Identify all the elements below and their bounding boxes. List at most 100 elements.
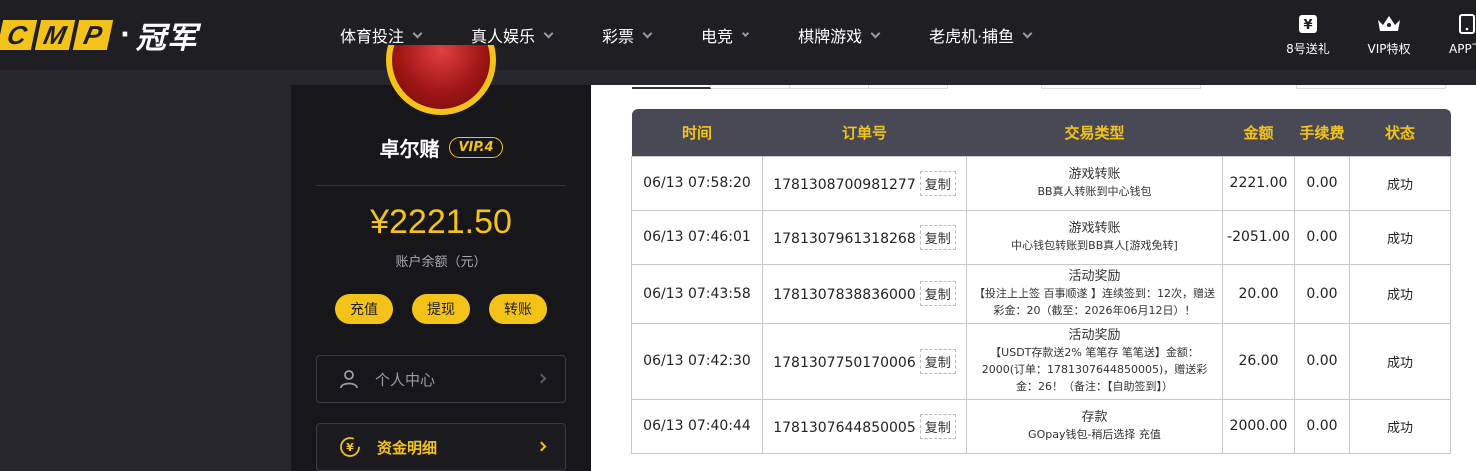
copy-button[interactable]: 复制	[919, 224, 956, 250]
col-fee: 手续费	[1294, 109, 1350, 156]
quick-vip[interactable]: VIP特权	[1362, 0, 1416, 70]
chevron-right-icon	[536, 373, 547, 384]
chevron-down-icon	[742, 29, 750, 37]
nav-live-casino[interactable]: 真人娱乐	[471, 23, 554, 47]
col-order: 订单号	[762, 109, 967, 156]
type-desc: BB真人转账到中心钱包	[1037, 185, 1152, 198]
cell-amount: 20.00	[1222, 263, 1295, 324]
cell-amount: 2221.00	[1222, 155, 1295, 211]
quick-label: 8号送礼	[1286, 41, 1330, 56]
balance-label: 账户余额（元）	[395, 255, 487, 270]
user-icon	[340, 370, 358, 389]
crown-icon	[1378, 15, 1400, 31]
nav-label: 电竞	[701, 27, 734, 46]
logo-dot: ·	[120, 20, 130, 50]
site-logo[interactable]: C M P · 冠军	[0, 18, 198, 56]
mobile-app-icon	[1459, 13, 1475, 34]
nav-card-games[interactable]: 棋牌游戏	[798, 23, 881, 47]
divider	[316, 185, 566, 186]
user-row: 卓尔赌 VIP.4	[291, 133, 591, 162]
copy-button[interactable]: 复制	[919, 170, 956, 196]
copy-button[interactable]: 复制	[919, 348, 956, 374]
order-number: 1781307644850005	[773, 419, 916, 436]
menu-personal-center[interactable]: 个人中心	[316, 355, 566, 403]
quick-label: VIP特权	[1367, 41, 1411, 56]
deposit-button[interactable]: 充值	[335, 294, 393, 324]
transaction-table: 时间 订单号 交易类型 金额 手续费 状态 06/13 07:58:20 178…	[631, 109, 1451, 454]
type-desc: GOpay钱包-稍后选择 充值	[1028, 428, 1161, 441]
menu-label: 资金明细	[377, 438, 438, 457]
cell-order: 1781307750170006 复制	[762, 322, 967, 400]
cell-time: 06/13 07:43:58	[631, 263, 763, 324]
type-desc: 【投注上上签 百事顺遂 】连续签到：12次，赠送彩金：20（截至：2026年06…	[974, 287, 1215, 317]
tab-stub[interactable]	[711, 85, 790, 89]
type-title: 活动奖励	[1068, 328, 1121, 343]
order-number: 1781308700981277	[773, 176, 916, 193]
cell-order: 1781307961318268 复制	[762, 209, 967, 265]
cell-fee: 0.00	[1294, 263, 1350, 324]
table-row: 06/13 07:43:58 1781307838836000 复制 活动奖励【投…	[631, 263, 1451, 324]
menu-fund-details[interactable]: ¥ 资金明细	[316, 423, 566, 471]
username: 卓尔赌	[379, 137, 440, 161]
page-left-gutter	[0, 70, 290, 471]
cell-fee: 0.00	[1294, 209, 1350, 265]
filter-select[interactable]	[1041, 85, 1201, 89]
cell-time: 06/13 07:42:30	[631, 322, 763, 400]
record-tabs	[632, 85, 948, 89]
menu-label: 个人中心	[375, 370, 436, 389]
svg-text:¥: ¥	[1303, 18, 1312, 33]
nav-label: 体育投注	[340, 27, 405, 46]
cell-time: 06/13 07:46:01	[631, 209, 763, 265]
cell-status: 成功	[1349, 263, 1451, 324]
withdraw-button[interactable]: 提现	[412, 294, 470, 324]
col-amount: 金额	[1222, 109, 1295, 156]
logo-letter: C	[0, 20, 38, 50]
col-type: 交易类型	[966, 109, 1223, 156]
order-number: 1781307961318268	[773, 230, 916, 247]
cell-status: 成功	[1349, 155, 1451, 211]
nav-esports[interactable]: 电竞	[701, 23, 750, 47]
tab-stub[interactable]	[869, 85, 948, 89]
top-navbar: C M P · 冠军 体育投注 真人娱乐 彩票 电竞 棋牌游戏 老虎机·捕鱼 ¥	[0, 0, 1476, 70]
cell-order: 1781307644850005 复制	[762, 398, 967, 454]
logo-brand-text: 冠军	[135, 21, 198, 56]
type-title: 游戏转账	[1068, 221, 1121, 236]
logo-letter: M	[34, 20, 76, 50]
cell-type: 游戏转账中心钱包转账到BB真人[游戏免转]	[966, 209, 1223, 265]
cell-fee: 0.00	[1294, 322, 1350, 400]
quick-app[interactable]: APP下载	[1449, 0, 1476, 70]
quick-label: APP下载	[1449, 41, 1476, 56]
nav-label: 老虎机·捕鱼	[929, 27, 1015, 46]
table-row: 06/13 07:58:20 1781308700981277 复制 游戏转账 BB…	[631, 155, 1451, 211]
coin-refresh-icon: ¥	[340, 437, 360, 457]
order-number: 1781307838836000	[773, 287, 916, 303]
nav-label: 彩票	[602, 27, 635, 46]
table-row: 06/13 07:40:44 1781307644850005 复制 存款 GOpa…	[631, 398, 1451, 454]
logo-letter: P	[72, 20, 114, 50]
vip-level-badge[interactable]: VIP.4	[449, 137, 503, 158]
quick-gift[interactable]: ¥ 8号送礼	[1282, 0, 1334, 70]
table-row: 06/13 07:42:30 1781307750170006 复制 活动奖励 【U…	[631, 322, 1451, 400]
date-filter[interactable]	[1296, 85, 1446, 89]
order-number: 1781307750170006	[773, 354, 916, 371]
table-row: 06/13 07:46:01 1781307961318268 复制 游戏转账中心…	[631, 209, 1451, 265]
nav-lottery[interactable]: 彩票	[602, 23, 653, 47]
avatar[interactable]	[386, 45, 496, 115]
cell-status: 成功	[1349, 398, 1451, 454]
col-status: 状态	[1349, 109, 1451, 156]
chevron-down-icon	[870, 28, 881, 38]
copy-button[interactable]: 复制	[919, 281, 956, 306]
type-title: 活动奖励	[1068, 269, 1121, 284]
tab-stub[interactable]	[790, 85, 869, 89]
cell-amount: 26.00	[1222, 322, 1295, 400]
transfer-button[interactable]: 转账	[489, 294, 547, 324]
nav-sports[interactable]: 体育投注	[340, 23, 423, 47]
copy-button[interactable]: 复制	[919, 413, 956, 439]
account-balance: ¥2221.50	[370, 203, 512, 241]
col-time: 时间	[631, 109, 763, 156]
type-desc: 中心钱包转账到BB真人[游戏免转]	[1011, 239, 1178, 252]
avatar-frame	[386, 45, 496, 115]
cell-time: 06/13 07:40:44	[631, 398, 763, 454]
nav-slots-fishing[interactable]: 老虎机·捕鱼	[929, 23, 1033, 47]
tab-stub[interactable]	[632, 85, 711, 89]
